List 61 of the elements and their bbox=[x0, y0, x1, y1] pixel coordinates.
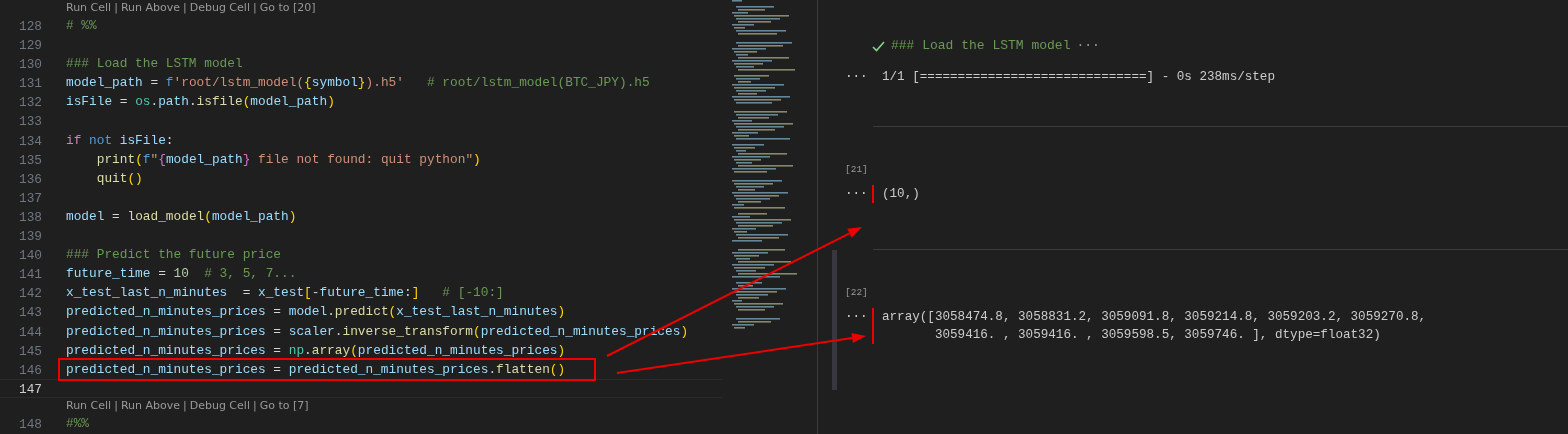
codelens-separator: | bbox=[114, 0, 118, 16]
output-text: 1/1 [==============================] - 0s 238ms/step bbox=[881, 69, 1275, 86]
line-number: 136 bbox=[17, 170, 42, 187]
code-text: print(f"{model_path} file not found: quit python") bbox=[95, 152, 481, 166]
line-number: 129 bbox=[17, 37, 42, 54]
codelens-link[interactable]: Go to [20] bbox=[259, 0, 316, 16]
codelens-separator: | bbox=[114, 397, 118, 414]
code-text: if not isFile: bbox=[66, 133, 174, 147]
code-text: predicted_n_minutes_prices = model.predict(x_test_last_n_minutes) bbox=[66, 305, 566, 319]
codelens-link[interactable]: Debug Cell bbox=[189, 0, 250, 16]
cell-title: ### Load the LSTM model bbox=[891, 37, 1071, 56]
codelens-separator: | bbox=[252, 0, 257, 16]
line-number: 147 bbox=[17, 380, 42, 397]
more-button[interactable]: ··· bbox=[1076, 36, 1100, 56]
execution-count: [22] bbox=[845, 286, 869, 300]
codelens-link[interactable]: Run Cell bbox=[66, 0, 112, 16]
codelens-link[interactable]: Run Above bbox=[120, 0, 180, 16]
line-number: 143 bbox=[17, 304, 42, 321]
code-text: predicted_n_minutes_prices = predicted_n_minutes_prices.flatten() bbox=[66, 362, 566, 376]
line-number: 145 bbox=[17, 342, 42, 359]
code-text: ### Load the LSTM model bbox=[66, 57, 243, 71]
code-text: ### Predict the future price bbox=[66, 248, 282, 262]
line-number: 148 bbox=[17, 415, 42, 432]
codelens-separator: | bbox=[252, 397, 257, 414]
code-text: quit() bbox=[95, 171, 143, 185]
code-text: #%% bbox=[66, 416, 90, 430]
output-menu-button[interactable]: ··· bbox=[845, 308, 872, 326]
line-number: 141 bbox=[17, 266, 42, 283]
code-text: future_time = 10 # 3, 5, 7... bbox=[66, 267, 297, 281]
codelens-link[interactable]: Run Cell bbox=[66, 397, 112, 414]
code-text: isFile = os.path.isfile(model_path) bbox=[66, 95, 335, 109]
check-icon bbox=[872, 40, 885, 52]
line-number: 142 bbox=[17, 285, 42, 302]
line-number: 131 bbox=[17, 75, 42, 92]
line-number: 146 bbox=[17, 361, 42, 378]
line-number: 133 bbox=[17, 113, 42, 130]
code-text: model = load_model(model_path) bbox=[66, 210, 297, 223]
code-text: model_path = f'root/lstm_model({symbol}).h5' # root/lstm_model(BTC_JPY).h5 bbox=[66, 76, 650, 90]
line-number: 139 bbox=[17, 228, 42, 245]
line-number: 144 bbox=[17, 323, 42, 340]
line-number: 135 bbox=[17, 151, 42, 168]
line-number: 130 bbox=[17, 56, 42, 73]
output-text: array([3058474.8, 3058831.2, 3059091.8, 3059214.8, 3059203.2, 3059270.8, 3059416. , 3059416. , 3059598.5, 3059746. ], dtype=float32) bbox=[872, 308, 1427, 344]
line-number: 128 bbox=[17, 18, 42, 35]
output-menu-button[interactable]: ··· bbox=[845, 185, 872, 203]
line-number: 134 bbox=[17, 132, 42, 149]
output-menu-button[interactable]: ··· bbox=[845, 68, 872, 86]
code-text: predicted_n_minutes_prices = np.array(predicted_n_minutes_prices) bbox=[66, 343, 566, 357]
line-number: 140 bbox=[17, 247, 42, 264]
codelens-link[interactable]: Debug Cell bbox=[189, 397, 250, 414]
line-number: 138 bbox=[17, 208, 42, 226]
codelens-link[interactable]: Go to [7] bbox=[259, 397, 309, 414]
codelens-separator: | bbox=[183, 397, 187, 414]
execution-count: [21] bbox=[845, 163, 869, 177]
codelens-link[interactable]: Run Above bbox=[120, 397, 180, 414]
codelens-separator: | bbox=[183, 0, 187, 16]
line-number: 132 bbox=[17, 94, 42, 111]
code-text: # %% bbox=[66, 19, 97, 33]
code-text: x_test_last_n_minutes = x_test[-future_time:] # [-10:] bbox=[66, 286, 504, 300]
output-text: (10,) bbox=[872, 185, 920, 203]
line-number: 137 bbox=[17, 189, 42, 206]
